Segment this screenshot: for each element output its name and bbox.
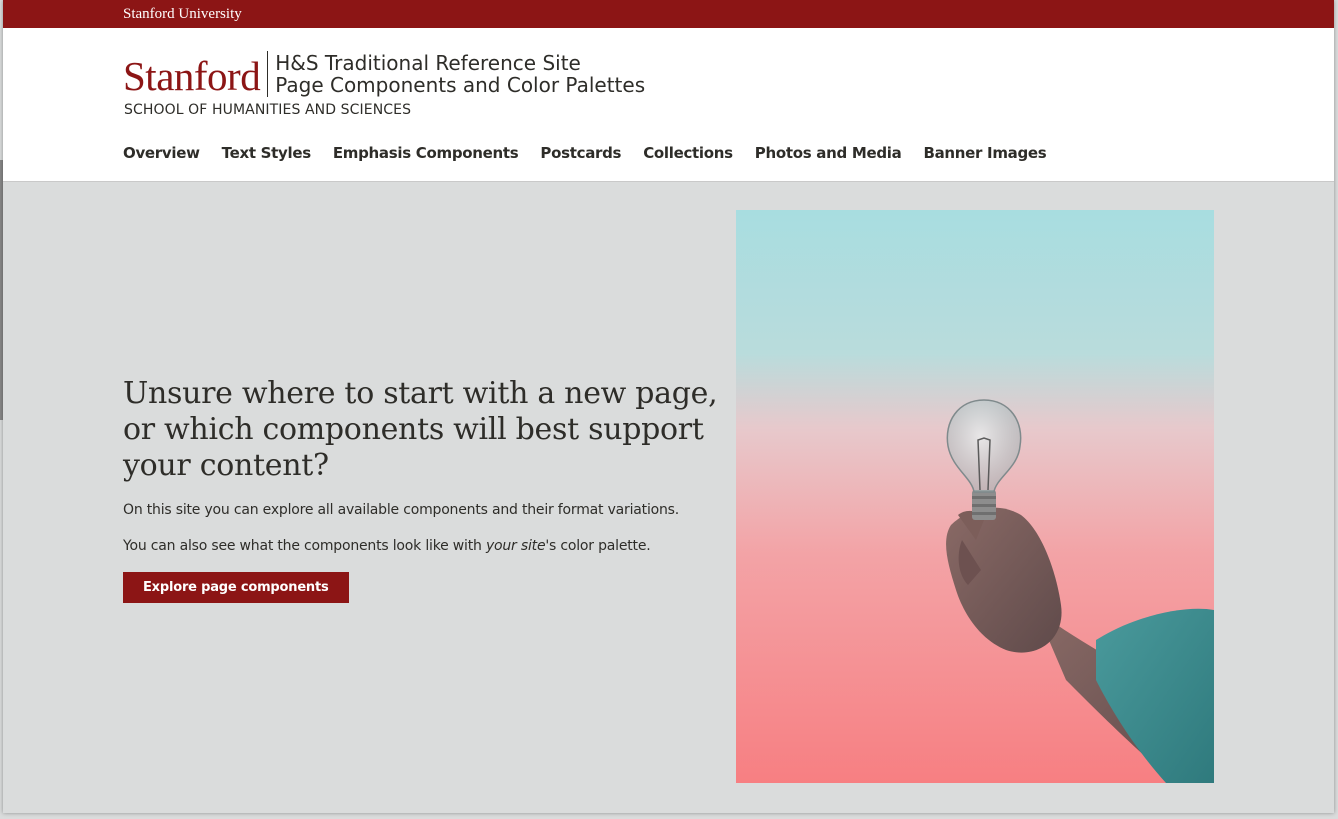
browser-viewport: Stanford University Stanford H&S Traditi…: [3, 0, 1334, 813]
nav-item-collections[interactable]: Collections: [643, 144, 733, 162]
hero-content: Unsure where to start with a new page, o…: [123, 376, 723, 603]
site-header: Stanford H&S Traditional Reference Site …: [3, 28, 1334, 182]
stanford-university-link[interactable]: Stanford University: [123, 6, 242, 23]
stanford-wordmark[interactable]: Stanford: [123, 56, 267, 97]
nav-item-postcards[interactable]: Postcards: [540, 144, 621, 162]
nav-item-text-styles[interactable]: Text Styles: [222, 144, 311, 162]
hero-title: Unsure where to start with a new page, o…: [123, 376, 718, 483]
main-nav: Overview Text Styles Emphasis Components…: [123, 144, 1047, 162]
lightbulb-hand-illustration: [946, 399, 1214, 783]
site-title-line2: Page Components and Color Palettes: [275, 72, 646, 97]
nav-item-overview[interactable]: Overview: [123, 144, 200, 162]
university-bar: Stanford University: [3, 0, 1334, 28]
school-name: SCHOOL OF HUMANITIES AND SCIENCES: [124, 102, 412, 118]
hero-paragraph-2-emphasis: your site: [485, 538, 546, 554]
site-title-line1: H&S Traditional Reference Site: [275, 50, 581, 75]
hero-paragraph-2-prefix: You can also see what the components loo…: [123, 538, 486, 554]
nav-item-emphasis-components[interactable]: Emphasis Components: [333, 144, 519, 162]
hero-paragraph-2: You can also see what the components loo…: [123, 538, 723, 554]
brand-divider: [267, 50, 269, 97]
nav-item-banner-images[interactable]: Banner Images: [923, 144, 1046, 162]
hero-image: [736, 210, 1214, 783]
site-titles[interactable]: H&S Traditional Reference Site Page Comp…: [275, 52, 645, 96]
hero-paragraph-1: On this site you can explore all availab…: [123, 502, 680, 518]
site-brand[interactable]: Stanford H&S Traditional Reference Site …: [123, 50, 645, 97]
hero-paragraph-2-suffix: 's color palette.: [545, 538, 651, 554]
explore-page-components-button[interactable]: Explore page components: [123, 572, 349, 603]
nav-item-photos-and-media[interactable]: Photos and Media: [755, 144, 902, 162]
